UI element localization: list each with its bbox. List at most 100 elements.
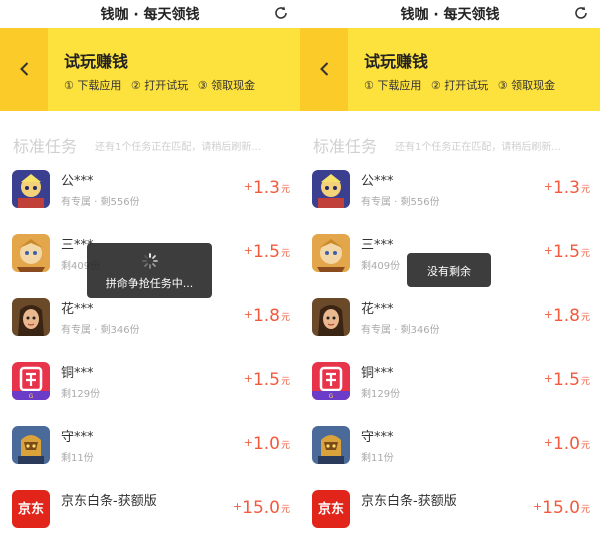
section-note: 还有1个任务正在匹配，请稍后刷新...	[395, 142, 561, 153]
reward-amount: 1.5	[552, 370, 580, 390]
step-open: ② 打开试玩	[430, 79, 489, 92]
reward-unit: 元	[280, 377, 290, 387]
reward-plus: +	[543, 308, 553, 321]
task-name: 京东白条-获额版	[61, 494, 157, 509]
task-reward: +1.8元	[544, 306, 590, 326]
reward-unit: 元	[280, 249, 290, 259]
spinner-icon	[142, 253, 158, 269]
app-title: 钱咖 · 每天领钱	[400, 7, 500, 23]
task-row[interactable]: 京东 京东白条-获额版 +15.0元	[300, 482, 600, 541]
reward-plus: +	[243, 308, 253, 321]
task-reward: +1.5元	[244, 370, 290, 390]
task-row[interactable]: 守*** 剩11份 +1.0元	[0, 418, 300, 482]
reward-amount: 1.3	[552, 178, 580, 198]
page-header: 试玩赚钱 ① 下载应用 ② 打开试玩 ③ 领取现金	[300, 28, 600, 111]
task-reward: +15.0元	[533, 498, 590, 518]
refresh-icon[interactable]	[272, 4, 290, 22]
task-row[interactable]: 花*** 有专属 · 剩346份 +1.8元	[300, 290, 600, 354]
back-button[interactable]	[0, 28, 48, 111]
tong-app-icon: G	[12, 362, 50, 400]
task-list: 公*** 有专属 · 剩556份 +1.3元 三*** 剩409份 +1.5元 花*** 有专…	[300, 162, 600, 541]
reward-amount: 15.0	[542, 498, 580, 518]
reward-amount: 1.8	[252, 306, 280, 326]
task-row[interactable]: 公*** 有专属 · 剩556份 +1.3元	[0, 162, 300, 226]
reward-unit: 元	[280, 185, 290, 195]
reward-unit: 元	[280, 441, 290, 451]
jd-logo-icon: 京东	[312, 490, 350, 528]
task-row[interactable]: 花*** 有专属 · 剩346份 +1.8元	[0, 290, 300, 354]
loading-toast: 拼命争抢任务中...	[87, 243, 212, 298]
reward-amount: 15.0	[242, 498, 280, 518]
task-reward: +1.0元	[244, 434, 290, 454]
game-girl-icon	[312, 298, 350, 336]
task-remaining: 剩11份	[61, 453, 94, 464]
task-name: 铜***	[361, 366, 394, 381]
steps-list: ① 下载应用 ② 打开试玩 ③ 领取现金	[64, 77, 261, 93]
app-bar: 钱咖 · 每天领钱	[300, 0, 600, 28]
section-title: 标准任务	[13, 137, 78, 156]
reward-amount: 1.5	[252, 242, 280, 262]
task-remaining: 剩129份	[361, 389, 401, 400]
reward-plus: +	[243, 244, 253, 257]
svg-text:G: G	[29, 393, 34, 400]
reward-unit: 元	[580, 441, 590, 451]
step-claim: ③ 领取现金	[197, 79, 256, 92]
task-name: 公***	[361, 174, 394, 189]
refresh-icon[interactable]	[572, 4, 590, 22]
back-button[interactable]	[300, 28, 348, 111]
reward-amount: 1.0	[252, 434, 280, 454]
svg-text:G: G	[329, 393, 334, 400]
sold-out-toast: 没有剩余	[407, 253, 491, 287]
section-title: 标准任务	[313, 137, 378, 156]
task-reward: +1.8元	[244, 306, 290, 326]
task-name: 公***	[61, 174, 94, 189]
app-title: 钱咖 · 每天领钱	[100, 7, 200, 23]
section-header: 标准任务 还有1个任务正在匹配，请稍后刷新...	[0, 133, 300, 156]
task-row[interactable]: 京东 京东白条-获额版 +15.0元	[0, 482, 300, 541]
app-bar: 钱咖 · 每天领钱	[0, 0, 300, 28]
screen-loading: 钱咖 · 每天领钱 试玩赚钱 ① 下载应用 ② 打开试玩 ③ 领取现金 标准任务…	[0, 0, 300, 541]
task-row[interactable]: 守*** 剩11份 +1.0元	[300, 418, 600, 482]
task-reward: +1.5元	[244, 242, 290, 262]
task-remaining: 有专属 · 剩346份	[61, 325, 140, 336]
task-row[interactable]: 公*** 有专属 · 剩556份 +1.3元	[300, 162, 600, 226]
reward-plus: +	[232, 500, 243, 513]
reward-unit: 元	[580, 185, 590, 195]
task-row[interactable]: G 铜*** 剩129份 +1.5元	[0, 354, 300, 418]
step-claim: ③ 领取现金	[497, 79, 556, 92]
task-name: 京东白条-获额版	[361, 494, 457, 509]
chevron-left-icon	[320, 62, 329, 76]
reward-plus: +	[243, 372, 253, 385]
step-download: ① 下载应用	[364, 79, 422, 92]
task-remaining: 有专属 · 剩346份	[361, 325, 440, 336]
tong-app-icon: G	[312, 362, 350, 400]
reward-amount: 1.0	[552, 434, 580, 454]
reward-plus: +	[543, 372, 553, 385]
reward-plus: +	[532, 500, 543, 513]
task-row[interactable]: G 铜*** 剩129份 +1.5元	[300, 354, 600, 418]
task-remaining: 剩129份	[61, 389, 101, 400]
task-remaining: 剩11份	[361, 453, 394, 464]
task-reward: +15.0元	[233, 498, 290, 518]
reward-plus: +	[543, 244, 553, 257]
task-name: 守***	[361, 430, 394, 445]
reward-plus: +	[543, 436, 553, 449]
page-title: 试玩赚钱	[64, 52, 129, 71]
game-hero-icon	[312, 170, 350, 208]
chevron-left-icon	[20, 62, 29, 76]
page-title: 试玩赚钱	[364, 52, 429, 71]
screen-sold-out: 钱咖 · 每天领钱 试玩赚钱 ① 下载应用 ② 打开试玩 ③ 领取现金 标准任务…	[300, 0, 600, 541]
section-header: 标准任务 还有1个任务正在匹配，请稍后刷新...	[300, 133, 600, 156]
reward-amount: 1.5	[552, 242, 580, 262]
reward-plus: +	[243, 436, 253, 449]
jd-logo-text: 京东	[317, 502, 344, 517]
step-download: ① 下载应用	[64, 79, 122, 92]
task-remaining: 剩409份	[361, 261, 401, 272]
game-hero-icon	[12, 170, 50, 208]
task-reward: +1.5元	[544, 370, 590, 390]
task-name: 铜***	[61, 366, 94, 381]
task-reward: +1.3元	[244, 178, 290, 198]
jd-logo-icon: 京东	[12, 490, 50, 528]
task-reward: +1.0元	[544, 434, 590, 454]
page-header: 试玩赚钱 ① 下载应用 ② 打开试玩 ③ 领取现金	[0, 28, 300, 111]
